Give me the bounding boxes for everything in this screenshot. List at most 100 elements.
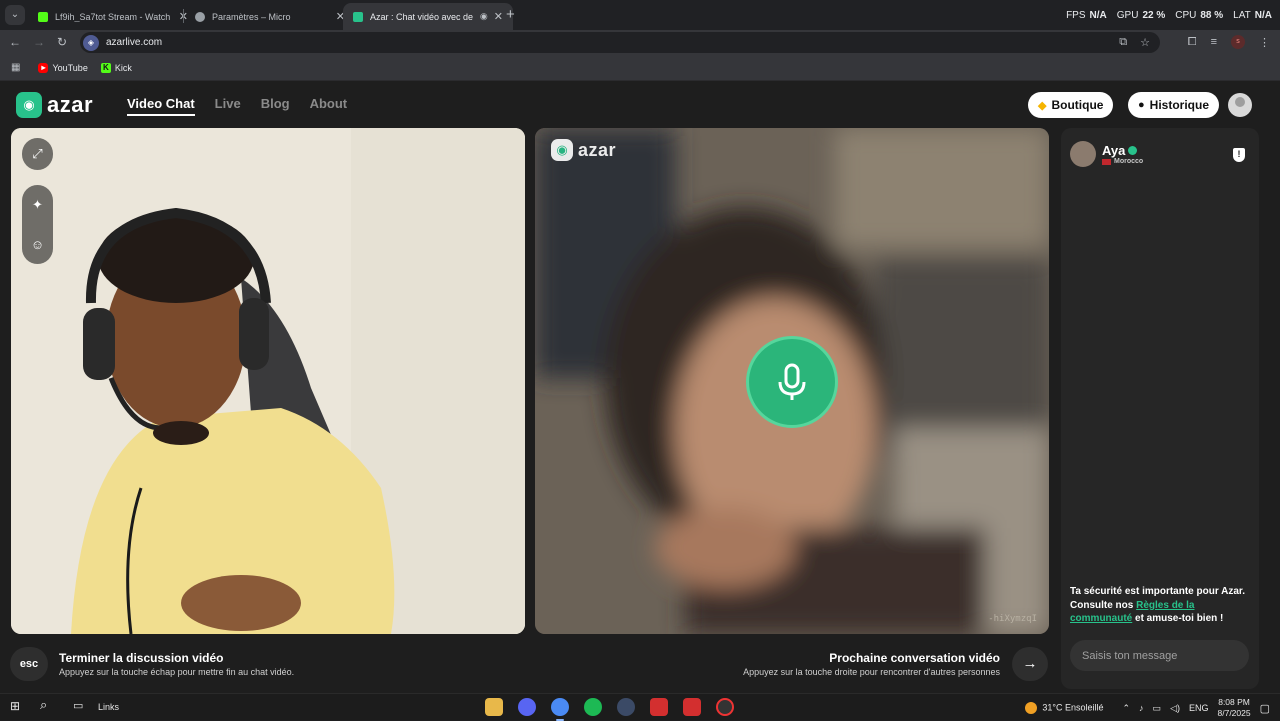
remote-azar-logo: ◉ azar [551, 139, 616, 161]
nav-about[interactable]: About [310, 96, 348, 116]
chrome-icon[interactable] [551, 698, 569, 721]
message-input[interactable] [1070, 640, 1249, 671]
shop-label: Boutique [1051, 98, 1104, 112]
back-icon[interactable]: ← [8, 35, 22, 49]
network-icon[interactable]: ▭ [1153, 703, 1162, 714]
remote-logo-text: azar [578, 139, 617, 160]
lat-label: LAT [1233, 10, 1251, 21]
kick-favicon-icon [38, 11, 48, 22]
nav-blog[interactable]: Blog [261, 96, 290, 116]
windows-taskbar: ⊞ ⌕ ▭ Links 31°C Ensoleillé ⌃ ♪ ▭ ◁) ENG… [0, 693, 1280, 721]
apps-grid-icon[interactable]: ▦ [11, 62, 20, 73]
expand-video-button[interactable]: ⤢ [22, 138, 53, 170]
recording-indicator-icon: ◉ [479, 11, 488, 21]
weather-text: Ensoleillé [1064, 702, 1104, 713]
volume-icon[interactable]: ◁) [1170, 703, 1180, 714]
fps-label: FPS [1066, 10, 1086, 21]
weather-widget[interactable]: 31°C Ensoleillé [1025, 702, 1104, 714]
app-circle-icon[interactable] [716, 698, 734, 716]
bookmark-label: YouTube [52, 62, 88, 73]
bookmark-star-icon[interactable]: ☆ [1140, 36, 1150, 49]
spotify-icon[interactable] [584, 698, 602, 716]
shop-button[interactable]: ◆ Boutique [1028, 92, 1114, 118]
nav-live[interactable]: Live [215, 96, 241, 116]
tab-title: Lf9ih_Sa7tot Stream - Watch Li [55, 11, 173, 22]
notifications-icon[interactable]: ▢ [1260, 702, 1270, 715]
bookmark-kick[interactable]: K Kick [100, 62, 132, 73]
browser-toolbar: ← → ↻ ◈ azarlive.com ⧉ ☆ ⧠ ≡ s ⋮ [0, 30, 1280, 55]
safety-text-end: et amuse-toi bien ! [1132, 613, 1224, 624]
azar-watermark-icon: ◉ [551, 139, 573, 161]
mic-toggle-button[interactable] [746, 336, 838, 428]
safety-notice: Ta sécurité est importante pour Azar. Co… [1070, 585, 1250, 626]
azar-app: ◉ azar Video Chat Live Blog About ◆ Bout… [0, 81, 1280, 693]
reload-icon[interactable]: ↻ [55, 35, 69, 49]
peer-name: Aya [1102, 143, 1126, 158]
app-red-icon[interactable] [650, 698, 668, 716]
tab-search-button[interactable]: ⌄ [5, 5, 25, 25]
microphone-icon [778, 363, 806, 400]
peer-country: Morocco [1114, 158, 1144, 165]
fps-value: N/A [1089, 10, 1107, 21]
user-id-watermark: -hiXymzqI [988, 614, 1037, 624]
report-shield-icon[interactable]: ! [1233, 148, 1245, 162]
next-chat-title: Prochaine conversation vidéo [829, 651, 1000, 665]
media-control-icon[interactable]: ≡ [1211, 36, 1217, 48]
face-filter-icon[interactable]: ☺ [31, 237, 44, 252]
windows-start-icon[interactable]: ⊞ [10, 699, 20, 713]
bookmarks-bar: ▦ ▸ YouTube K Kick [0, 55, 1280, 81]
browser-tab-strip: ⌄ Lf9ih_Sa7tot Stream - Watch Li ✕ Param… [0, 0, 1280, 30]
tab-kick-stream[interactable]: Lf9ih_Sa7tot Stream - Watch Li ✕ [28, 3, 198, 30]
cpu-label: CPU [1175, 10, 1197, 21]
account-avatar-icon[interactable] [1228, 93, 1252, 117]
local-video: ⤢ ✦ ☺ [11, 128, 525, 634]
esc-end-button[interactable]: esc [10, 647, 48, 681]
system-tray: 31°C Ensoleillé ⌃ ♪ ▭ ◁) ENG 8:08 PM 8/7… [1025, 697, 1270, 719]
chevron-up-icon[interactable]: ⌃ [1123, 703, 1131, 714]
lat-value: N/A [1254, 10, 1272, 21]
history-label: Historique [1149, 98, 1209, 112]
url-text[interactable]: azarlive.com [106, 37, 162, 48]
verified-badge-icon [1128, 146, 1138, 155]
discord-icon[interactable] [518, 698, 536, 716]
new-tab-button[interactable]: + [506, 6, 515, 23]
search-icon[interactable]: ⌕ [40, 697, 47, 713]
nav-video-chat[interactable]: Video Chat [127, 96, 195, 116]
forward-icon[interactable]: → [32, 35, 46, 49]
expand-icon: ⤢ [32, 146, 43, 161]
cast-icon[interactable]: ⧉ [1119, 36, 1127, 49]
app-red-2-icon[interactable] [683, 698, 701, 716]
task-view-icon[interactable]: ▭ [73, 699, 83, 712]
next-chat-button[interactable]: → [1012, 647, 1048, 681]
microphone-tray-icon[interactable]: ♪ [1139, 703, 1144, 713]
morocco-flag-icon [1102, 158, 1111, 165]
settings-gear-icon [195, 11, 205, 22]
clock[interactable]: 8:08 PM 8/7/2025 [1218, 697, 1251, 719]
file-explorer-icon[interactable] [485, 698, 503, 716]
sparkle-effects-icon[interactable]: ✦ [32, 197, 43, 213]
azar-logo[interactable]: ◉ azar [16, 92, 93, 118]
clock-time: 8:08 PM [1218, 697, 1250, 707]
peer-name-row: Aya [1102, 143, 1143, 158]
extensions-icon[interactable]: ⧠ [1188, 36, 1197, 49]
language-indicator[interactable]: ENG [1189, 703, 1209, 713]
site-info-icon[interactable]: ◈ [83, 34, 99, 51]
gpu-label: GPU [1116, 10, 1139, 21]
address-bar[interactable]: ◈ azarlive.com ⧉ ☆ [80, 32, 1160, 53]
azar-logo-icon: ◉ [16, 92, 42, 118]
profile-avatar[interactable]: s [1231, 35, 1245, 49]
obs-icon[interactable] [617, 698, 635, 716]
remote-video: ◉ azar -hiXymzqI [535, 128, 1049, 634]
gpu-value: 22 % [1142, 10, 1166, 21]
close-tab-icon[interactable]: ✕ [494, 10, 503, 23]
gem-icon: ◆ [1038, 99, 1047, 112]
peer-avatar[interactable] [1070, 141, 1096, 167]
tab-azar[interactable]: Azar : Chat vidéo avec de n ◉ ✕ [343, 3, 513, 30]
menu-kebab-icon[interactable]: ⋮ [1259, 36, 1270, 49]
tab-settings-micro[interactable]: Paramètres – Micro ✕ [185, 3, 355, 30]
bookmark-youtube[interactable]: ▸ YouTube [38, 62, 88, 73]
tab-title: Azar : Chat vidéo avec de n [370, 11, 476, 22]
history-button[interactable]: ● Historique [1128, 92, 1219, 118]
clock-icon: ● [1138, 99, 1145, 111]
links-toolbar[interactable]: Links [98, 702, 119, 712]
